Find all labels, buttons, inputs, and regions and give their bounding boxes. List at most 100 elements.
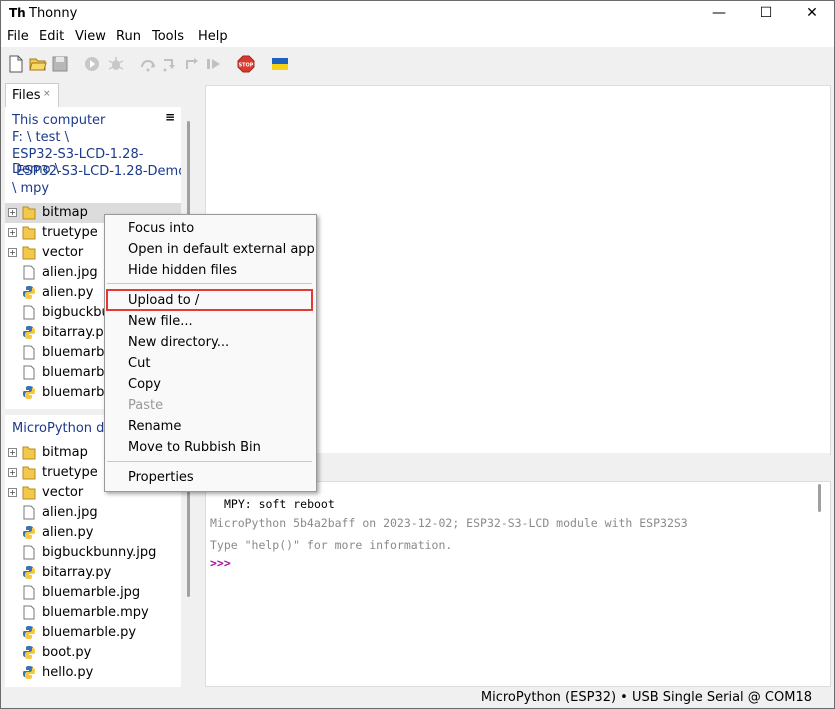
tab-close-icon[interactable]: ×	[43, 89, 51, 99]
file-name: bitmap	[42, 205, 88, 220]
menu-bar: File Edit View Run Tools Help	[1, 27, 834, 47]
shell-line: MPY: soft reboot	[224, 497, 335, 511]
menu-view[interactable]: View	[75, 29, 106, 44]
toolbar: STOP	[1, 47, 834, 81]
menu-item-new-file[interactable]: New file...	[128, 314, 193, 329]
local-header[interactable]: This computer	[12, 113, 105, 128]
file-name: bigbuckbunny.jpg	[42, 545, 157, 560]
path-segment[interactable]: \ mpy	[12, 181, 49, 196]
resume-icon[interactable]	[205, 55, 223, 73]
menu-item-cut[interactable]: Cut	[128, 356, 150, 371]
python-file-icon	[23, 326, 35, 339]
folder-icon	[22, 446, 36, 460]
run-icon[interactable]	[83, 55, 101, 73]
file-name: bluemarble.mpy	[42, 605, 149, 620]
file-icon	[23, 365, 35, 380]
expand-icon[interactable]: +	[8, 228, 17, 237]
path-segment[interactable]: F: \ test \	[12, 130, 69, 145]
folder-icon	[22, 226, 36, 240]
file-icon	[23, 605, 35, 620]
ukraine-flag-icon[interactable]	[271, 55, 289, 73]
menu-item-new-directory[interactable]: New directory...	[128, 335, 229, 350]
python-file-icon	[23, 286, 35, 299]
interpreter-status[interactable]: MicroPython (ESP32) • USB Single Serial …	[481, 690, 812, 705]
shell-line: MicroPython 5b4a2baff on 2023-12-02; ESP…	[210, 516, 688, 530]
upload-highlight-box	[106, 289, 313, 311]
python-file-icon	[23, 646, 35, 659]
file-row[interactable]: bitarray.py	[5, 563, 181, 583]
file-name: boot.py	[42, 645, 92, 660]
folder-icon	[22, 206, 36, 220]
file-row[interactable]: bigbuckbunny.jpg	[5, 543, 181, 563]
menu-tools[interactable]: Tools	[152, 29, 184, 44]
menu-file[interactable]: File	[7, 29, 29, 44]
file-name: alien.py	[42, 525, 94, 540]
close-button[interactable]: ✕	[789, 1, 834, 27]
file-name: alien.jpg	[42, 265, 98, 280]
python-file-icon	[23, 626, 35, 639]
menu-item-move-to-bin[interactable]: Move to Rubbish Bin	[128, 440, 261, 455]
context-menu: Focus into Open in default external app …	[104, 214, 317, 492]
expand-icon[interactable]: +	[8, 208, 17, 217]
tab-files[interactable]: Files ×	[5, 83, 59, 108]
file-name: bitarray.py	[42, 325, 112, 340]
menu-help[interactable]: Help	[198, 29, 228, 44]
python-file-icon	[23, 386, 35, 399]
file-row[interactable]: hello.py	[5, 663, 181, 683]
expand-icon[interactable]: +	[8, 248, 17, 257]
window-title: Thonny	[29, 6, 78, 21]
file-row[interactable]: boot.py	[5, 643, 181, 663]
step-over-icon[interactable]	[139, 55, 157, 73]
file-row[interactable]: bluemarble.py	[5, 623, 181, 643]
file-name: vector	[42, 245, 84, 260]
folder-icon	[22, 486, 36, 500]
file-row[interactable]: alien.jpg	[5, 503, 181, 523]
device-header[interactable]: MicroPython de	[12, 421, 112, 436]
title-bar: Th Thonny — ☐ ✕	[1, 1, 834, 27]
thonny-window: Th Thonny — ☐ ✕ File Edit View Run Tools…	[0, 0, 835, 709]
file-row[interactable]: bluemarble.mpy	[5, 603, 181, 623]
menu-edit[interactable]: Edit	[39, 29, 64, 44]
menu-item-rename[interactable]: Rename	[128, 419, 181, 434]
expand-icon[interactable]: +	[8, 488, 17, 497]
stop-icon[interactable]: STOP	[237, 55, 255, 73]
maximize-button[interactable]: ☐	[743, 1, 789, 27]
menu-item-focus-into[interactable]: Focus into	[128, 221, 194, 236]
menu-separator	[107, 283, 312, 284]
open-folder-icon[interactable]	[29, 55, 47, 73]
python-file-icon	[23, 526, 35, 539]
file-name: truetype	[42, 465, 98, 480]
path-segment[interactable]: ESP32-S3-LCD-1.28-Demo	[12, 164, 181, 179]
save-icon[interactable]	[51, 55, 69, 73]
minimize-button[interactable]: —	[696, 1, 742, 27]
file-name: alien.jpg	[42, 505, 98, 520]
file-icon	[23, 265, 35, 280]
step-out-icon[interactable]	[183, 55, 201, 73]
shell-scrollbar[interactable]	[818, 484, 821, 512]
expand-icon[interactable]: +	[8, 448, 17, 457]
expand-icon[interactable]: +	[8, 468, 17, 477]
menu-item-hide-hidden[interactable]: Hide hidden files	[128, 263, 237, 278]
python-file-icon	[23, 566, 35, 579]
menu-item-open-external[interactable]: Open in default external app	[128, 242, 315, 257]
file-row[interactable]: alien.py	[5, 523, 181, 543]
status-bar: MicroPython (ESP32) • USB Single Serial …	[1, 688, 834, 708]
menu-run[interactable]: Run	[116, 29, 141, 44]
file-row[interactable]: bluemarble.jpg	[5, 583, 181, 603]
tab-files-label: Files	[12, 88, 41, 103]
debug-icon[interactable]	[107, 55, 125, 73]
shell-prompt: >>>	[210, 556, 231, 570]
step-into-icon[interactable]	[161, 55, 179, 73]
menu-item-properties[interactable]: Properties	[128, 470, 194, 485]
menu-item-copy[interactable]: Copy	[128, 377, 161, 392]
new-file-icon[interactable]	[7, 55, 25, 73]
file-icon	[23, 345, 35, 360]
file-icon	[23, 505, 35, 520]
menu-item-paste[interactable]: Paste	[128, 398, 163, 413]
thonny-logo-icon: Th	[9, 6, 26, 20]
panel-menu-icon[interactable]: ≡	[165, 110, 175, 124]
folder-icon	[22, 466, 36, 480]
folder-icon	[22, 246, 36, 260]
shell-panel[interactable]: MPY: soft reboot MicroPython 5b4a2baff o…	[205, 481, 831, 687]
menu-separator	[107, 461, 312, 462]
